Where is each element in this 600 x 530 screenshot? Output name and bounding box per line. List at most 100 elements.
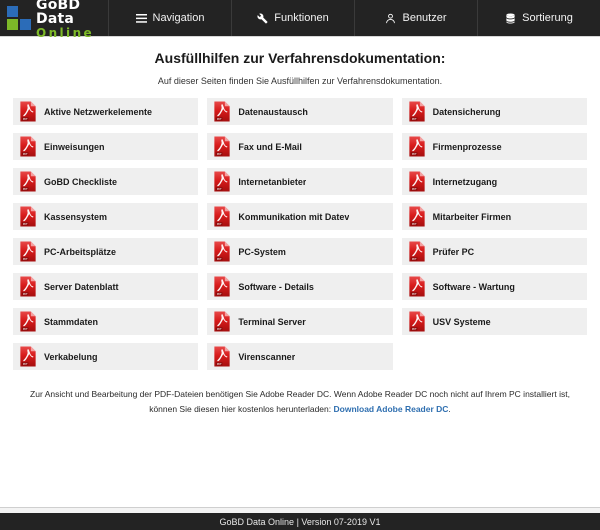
pdf-file-icon: PDF [20, 276, 36, 297]
nav-menu: Navigation Funktionen Benutzer Sortierun… [108, 0, 600, 36]
document-card-label: Virenscanner [238, 351, 296, 362]
pdf-file-icon: PDF [409, 241, 425, 262]
document-card[interactable]: PDF Aktive Netzwerkelemente [13, 98, 199, 125]
pdf-file-icon: PDF [214, 206, 230, 227]
document-grid: PDF Aktive Netzwerkelemente PDF Datenaustau… [13, 98, 587, 370]
footer-text: GoBD Data Online | Version 07-2019 V1 [219, 516, 381, 527]
svg-text:PDF: PDF [23, 153, 28, 156]
svg-text:PDF: PDF [23, 258, 28, 261]
pdf-file-icon: PDF [214, 101, 230, 122]
download-adobe-reader-link[interactable]: Download Adobe Reader DC [334, 404, 449, 414]
document-card[interactable]: PDF GoBD Checkliste [13, 168, 199, 195]
document-card-label: Fax und E-Mail [238, 141, 302, 152]
pdf-file-icon: PDF [214, 241, 230, 262]
logo-square-blue-bottom [20, 19, 31, 30]
page-subtitle: Auf dieser Seiten finden Sie Ausfüllhilf… [157, 76, 443, 86]
document-card-label: Internetanbieter [238, 176, 307, 187]
page-root: GoBD Data Online Navigation Funktionen B… [0, 0, 600, 530]
svg-text:PDF: PDF [411, 293, 416, 296]
pdf-file-icon: PDF [214, 311, 230, 332]
svg-text:PDF: PDF [411, 223, 416, 226]
database-stack-icon [505, 12, 516, 24]
wrench-icon [257, 13, 268, 24]
document-card[interactable]: PDF Prüfer PC [401, 238, 587, 265]
svg-text:PDF: PDF [23, 223, 28, 226]
document-card-label: Datensicherung [432, 106, 501, 117]
svg-text:PDF: PDF [217, 258, 222, 261]
document-card-label: Server Datenblatt [44, 281, 119, 292]
pdf-file-icon: PDF [214, 346, 230, 367]
svg-text:PDF: PDF [217, 328, 222, 331]
svg-text:PDF: PDF [23, 293, 28, 296]
document-card[interactable]: PDF Terminal Server [207, 308, 393, 335]
svg-text:PDF: PDF [217, 118, 222, 121]
document-card[interactable]: PDF Software - Wartung [401, 273, 587, 300]
document-grid-filler [402, 343, 587, 370]
svg-text:PDF: PDF [411, 118, 416, 121]
nav-item-benutzer-label: Benutzer [402, 12, 447, 24]
main-content: Ausfüllhilfen zur Verfahrensdokumentatio… [0, 36, 600, 462]
notice-text-before: Zur Ansicht und Bearbeitung der PDF-Date… [30, 389, 570, 414]
document-card-label: Mitarbeiter Firmen [432, 211, 512, 222]
document-card[interactable]: PDF Verkabelung [13, 343, 199, 370]
top-navigation-bar: GoBD Data Online Navigation Funktionen B… [0, 0, 600, 39]
document-card[interactable]: PDF PC-Arbeitsplätze [13, 238, 199, 265]
document-card[interactable]: PDF Einweisungen [13, 133, 199, 160]
document-card-label: Aktive Netzwerkelemente [44, 106, 153, 117]
svg-text:PDF: PDF [411, 188, 416, 191]
svg-text:PDF: PDF [217, 293, 222, 296]
svg-text:PDF: PDF [23, 118, 28, 121]
pdf-file-icon: PDF [214, 136, 230, 157]
document-card[interactable]: PDF Fax und E-Mail [207, 133, 393, 160]
document-card[interactable]: PDF Internetzugang [401, 168, 587, 195]
nav-item-sortierung[interactable]: Sortierung [477, 0, 600, 36]
pdf-file-icon: PDF [409, 276, 425, 297]
document-card[interactable]: PDF Kassensystem [13, 203, 199, 230]
logo-square-blue-top [7, 6, 18, 17]
document-card[interactable]: PDF Mitarbeiter Firmen [401, 203, 587, 230]
document-card[interactable]: PDF Firmenprozesse [401, 133, 587, 160]
svg-text:PDF: PDF [217, 223, 222, 226]
nav-item-funktionen[interactable]: Funktionen [231, 0, 354, 36]
nav-item-sortierung-label: Sortierung [522, 12, 573, 24]
document-card-label: Kommunikation mit Datev [238, 211, 350, 222]
pdf-file-icon: PDF [214, 276, 230, 297]
page-footer: GoBD Data Online | Version 07-2019 V1 [0, 513, 600, 530]
document-card[interactable]: PDF Virenscanner [207, 343, 393, 370]
nav-item-funktionen-label: Funktionen [274, 12, 329, 24]
svg-text:PDF: PDF [411, 328, 416, 331]
document-card-label: Firmenprozesse [432, 141, 502, 152]
pdf-file-icon: PDF [20, 206, 36, 227]
svg-text:PDF: PDF [411, 153, 416, 156]
document-card[interactable]: PDF Datensicherung [401, 98, 587, 125]
document-card-label: Einweisungen [44, 141, 105, 152]
nav-item-navigation[interactable]: Navigation [108, 0, 231, 36]
adobe-reader-notice: Zur Ansicht und Bearbeitung der PDF-Date… [13, 387, 587, 417]
brand-logo[interactable]: GoBD Data Online [0, 0, 108, 39]
document-card[interactable]: PDF PC-System [207, 238, 393, 265]
nav-item-benutzer[interactable]: Benutzer [354, 0, 477, 36]
document-card-label: PC-System [238, 246, 286, 257]
svg-text:PDF: PDF [23, 188, 28, 191]
pdf-file-icon: PDF [409, 101, 425, 122]
logo-squares-icon [7, 6, 31, 30]
document-card[interactable]: PDF Kommunikation mit Datev [207, 203, 393, 230]
svg-text:PDF: PDF [411, 258, 416, 261]
document-card[interactable]: PDF Datenaustausch [207, 98, 393, 125]
document-card[interactable]: PDF Internetanbieter [207, 168, 393, 195]
document-card[interactable]: PDF USV Systeme [401, 308, 587, 335]
svg-text:PDF: PDF [217, 363, 222, 366]
document-card-label: Kassensystem [44, 211, 108, 222]
document-card-label: Internetzugang [432, 176, 498, 187]
document-card[interactable]: PDF Server Datenblatt [13, 273, 199, 300]
pdf-file-icon: PDF [20, 101, 36, 122]
document-card-label: PC-Arbeitsplätze [44, 246, 117, 257]
document-card-label: USV Systeme [432, 316, 491, 327]
nav-item-navigation-label: Navigation [152, 12, 205, 24]
document-card[interactable]: PDF Software - Details [207, 273, 393, 300]
notice-text-after: . [448, 403, 451, 414]
document-card-label: Terminal Server [238, 316, 306, 327]
svg-text:PDF: PDF [23, 363, 28, 366]
document-card[interactable]: PDF Stammdaten [13, 308, 199, 335]
